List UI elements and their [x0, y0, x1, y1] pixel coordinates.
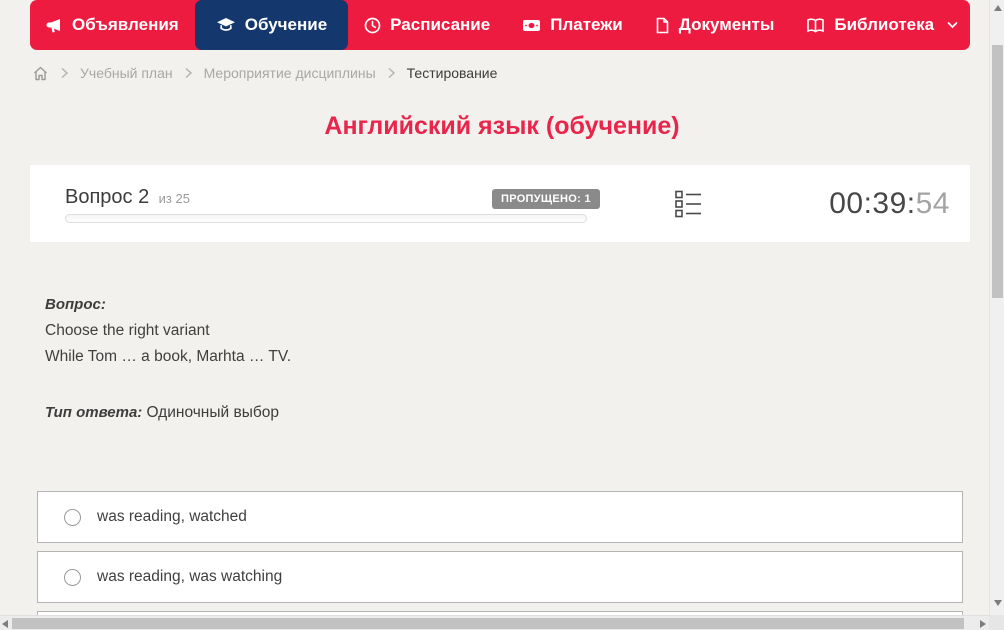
quiz-progress-bar: [65, 214, 587, 223]
answer-type: Тип ответа: Одиночный выбор: [45, 404, 279, 422]
open-book-icon: [806, 17, 825, 34]
nav-item-documents[interactable]: Документы: [639, 0, 791, 50]
breadcrumb: Учебный план Мероприятие дисциплины Тест…: [32, 61, 497, 85]
nav-item-label: Библиотека: [834, 15, 935, 34]
timer-seconds: 54: [915, 187, 950, 220]
answer-type-label: Тип ответа:: [45, 404, 143, 421]
option-label: was reading, was watching: [97, 568, 283, 585]
document-icon: [655, 17, 670, 34]
option-label: was reading, watched: [97, 508, 247, 525]
breadcrumb-link-curriculum[interactable]: Учебный план: [80, 65, 173, 81]
nav-item-education[interactable]: Обучение: [194, 0, 349, 50]
nav-item-library[interactable]: Библиотека: [790, 0, 974, 50]
chevron-right-icon: [184, 67, 193, 79]
answer-option[interactable]: was reading, watched: [37, 491, 963, 543]
scroll-right-arrow-icon[interactable]: [980, 620, 986, 628]
chevron-right-icon: [60, 67, 69, 79]
megaphone-icon: [46, 17, 63, 34]
scrollbar-corner: [989, 615, 1004, 630]
question-block: Вопрос: Choose the right variant While T…: [45, 292, 945, 370]
nav-item-label: Обучение: [244, 15, 328, 34]
question-text-line1: Choose the right variant: [45, 322, 210, 339]
vertical-scrollbar-thumb[interactable]: [992, 45, 1003, 298]
question-total: из 25: [158, 191, 190, 206]
clock-icon: [364, 17, 381, 34]
nav-item-payments[interactable]: Платежи: [506, 0, 639, 50]
question-heading: Вопрос:: [45, 296, 106, 313]
timer-hours-minutes: 00:39:: [829, 187, 916, 220]
answer-type-value: Одиночный выбор: [146, 404, 279, 421]
skipped-badge: ПРОПУЩЕНО: 1: [492, 189, 600, 209]
nav-item-label: Расписание: [390, 15, 491, 34]
page-title: Английский язык (обучение): [324, 112, 680, 140]
question-counter: Вопрос 2 из 25: [65, 186, 190, 209]
horizontal-scrollbar-thumb[interactable]: [12, 618, 964, 629]
scroll-down-arrow-icon[interactable]: [994, 600, 1002, 606]
breadcrumb-current-testing: Тестирование: [406, 65, 498, 81]
vertical-scrollbar[interactable]: [989, 0, 1004, 615]
graduation-cap-icon: [216, 16, 236, 34]
horizontal-scrollbar[interactable]: [0, 615, 989, 630]
question-text-line2: While Tom … a book, Marhta … TV.: [45, 348, 292, 365]
chevron-down-icon: [947, 21, 958, 29]
nav-item-announcements[interactable]: Объявления: [30, 0, 195, 50]
radio-button[interactable]: [64, 508, 81, 526]
breadcrumb-link-discipline-event[interactable]: Мероприятие дисциплины: [204, 65, 376, 81]
nav-item-label: Платежи: [550, 15, 623, 34]
question-list-icon[interactable]: [674, 190, 702, 218]
nav-item-label: Объявления: [72, 15, 179, 34]
countdown-timer: 00:39:54: [829, 187, 950, 221]
cash-icon: [522, 18, 541, 33]
scroll-up-arrow-icon[interactable]: [994, 5, 1002, 11]
radio-button[interactable]: [64, 568, 81, 586]
nav-item-schedule[interactable]: Расписание: [348, 0, 506, 50]
chevron-right-icon: [387, 67, 396, 79]
home-icon[interactable]: [32, 65, 49, 82]
quiz-status-panel: Вопрос 2 из 25 ПРОПУЩЕНО: 1 00:39:54: [30, 165, 970, 242]
main-navbar: Объявления Обучение Расписание Платежи Д…: [30, 0, 970, 50]
nav-item-label: Документы: [678, 15, 775, 34]
answer-option[interactable]: was reading, was watching: [37, 551, 963, 603]
question-number: Вопрос 2: [65, 186, 150, 208]
quiz-page: Объявления Обучение Расписание Платежи Д…: [0, 0, 1004, 630]
scroll-left-arrow-icon[interactable]: [2, 620, 8, 628]
